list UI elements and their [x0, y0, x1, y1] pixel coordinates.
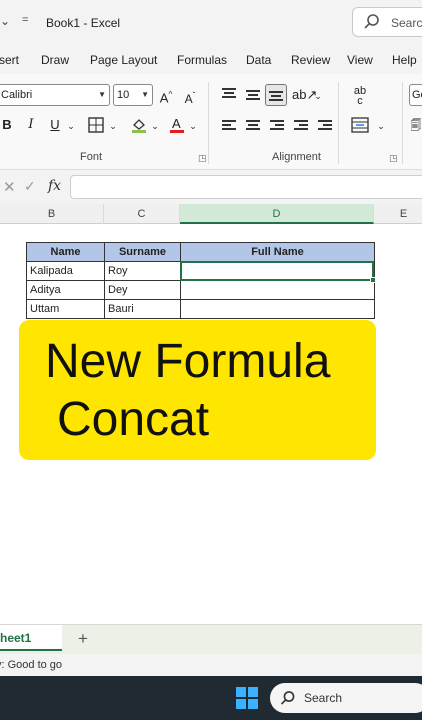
enter-icon[interactable]: ✓: [24, 178, 36, 195]
table-row: Uttam Bauri: [26, 299, 375, 319]
svg-text:A: A: [172, 116, 181, 131]
fill-color-icon[interactable]: [130, 116, 148, 134]
fill-handle[interactable]: [370, 277, 376, 283]
underline-button[interactable]: U: [48, 115, 62, 135]
middle-align-icon[interactable]: [246, 90, 260, 102]
add-sheet-icon[interactable]: +: [78, 629, 88, 649]
orientation-icon[interactable]: ab↗: [292, 85, 317, 105]
align-center-icon[interactable]: [246, 120, 260, 132]
taskbar-search-label: Search: [304, 691, 343, 705]
customize-quick-access-icon[interactable]: =: [22, 14, 28, 26]
column-header-c[interactable]: C: [104, 204, 180, 224]
wrap-text-icon[interactable]: ab c: [350, 86, 370, 108]
cell-full-name[interactable]: [180, 299, 375, 319]
font-name-dropdown[interactable]: Calibri ▼: [0, 84, 110, 106]
cancel-icon[interactable]: ✕: [3, 178, 16, 196]
table-row: Aditya Dey: [26, 280, 375, 300]
font-name-value: Calibri: [1, 89, 33, 101]
cell-surname[interactable]: Dey: [104, 280, 181, 300]
currency-icon[interactable]: 🗐: [410, 116, 422, 136]
bottom-align-button[interactable]: [265, 84, 287, 106]
sheet-tab-sheet1[interactable]: heet1: [0, 625, 62, 651]
document-title: Book1 - Excel: [46, 16, 121, 30]
insert-function-button[interactable]: fx: [48, 178, 61, 194]
title-search-label: Search: [391, 16, 422, 30]
italic-button[interactable]: I: [24, 115, 38, 135]
windows-start-icon[interactable]: [236, 687, 258, 709]
search-icon: [364, 14, 379, 29]
ribbon-divider: [338, 82, 339, 164]
cell-surname[interactable]: Bauri: [104, 299, 181, 319]
borders-icon[interactable]: [88, 117, 104, 133]
decrease-indent-icon[interactable]: [294, 120, 308, 132]
font-dialog-launcher-icon[interactable]: ◳: [198, 153, 207, 164]
search-icon: [280, 691, 295, 705]
chevron-down-icon[interactable]: ⌄: [188, 116, 198, 136]
font-size-dropdown[interactable]: 10 ▼: [113, 84, 153, 106]
align-right-icon[interactable]: [270, 120, 284, 132]
increase-indent-icon[interactable]: [318, 120, 332, 132]
chevron-down-icon[interactable]: ⌄: [66, 116, 76, 136]
align-left-icon[interactable]: [222, 120, 236, 132]
tab-insert[interactable]: sert: [0, 53, 19, 67]
tab-draw[interactable]: Draw: [41, 53, 69, 67]
bottom-align-icon: [269, 91, 283, 103]
cell-name[interactable]: Kalipada: [26, 261, 105, 281]
cell-full-name[interactable]: [180, 280, 375, 300]
ribbon-divider: [208, 82, 209, 164]
font-group-label: Font: [80, 151, 103, 163]
chevron-down-icon: ▼: [98, 90, 106, 99]
chevron-down-icon[interactable]: ⌄: [150, 116, 160, 136]
tab-view[interactable]: View: [347, 53, 373, 67]
number-format-value: Ge: [412, 89, 422, 101]
title-bar: ⌄ = Book1 - Excel Search: [0, 0, 422, 44]
overlay-title-line1: New Formula: [45, 335, 331, 388]
shrink-font-button[interactable]: Aˇ: [182, 86, 198, 106]
bold-button[interactable]: B: [0, 115, 14, 135]
ribbon-tabs: sert Draw Page Layout Formulas Data Revi…: [0, 44, 422, 74]
font-size-value: 10: [117, 89, 130, 101]
table-header-row: Name Surname Full Name: [26, 242, 375, 262]
header-cell-full-name[interactable]: Full Name: [180, 242, 375, 262]
title-search-box[interactable]: Search: [352, 7, 422, 37]
number-format-dropdown[interactable]: Ge: [409, 84, 422, 106]
column-header-d[interactable]: D: [180, 204, 374, 224]
chevron-down-icon[interactable]: ⌄: [313, 86, 323, 106]
chevron-down-icon[interactable]: ⌄: [108, 116, 118, 136]
cell-surname[interactable]: Roy: [104, 261, 181, 281]
alignment-group-label: Alignment: [272, 151, 321, 163]
status-text: y: Good to go: [0, 659, 63, 671]
active-cell-selection[interactable]: [180, 261, 374, 281]
ribbon-divider: [402, 82, 403, 164]
quick-access-more-icon[interactable]: ⌄: [0, 14, 10, 28]
overlay-title-line2: Concat: [57, 393, 210, 446]
title-overlay-card: New Formula Concat: [19, 320, 376, 460]
sheet-tab-bar: heet1 +: [0, 624, 422, 654]
formula-input[interactable]: [70, 175, 422, 199]
formula-bar: ✕ ✓ fx: [0, 170, 422, 204]
ribbon: Calibri ▼ 10 ▼ A^ Aˇ B I U ⌄ ⌄ ⌄ A ⌄ Fon…: [0, 74, 422, 170]
cell-name[interactable]: Aditya: [26, 280, 105, 300]
header-cell-name[interactable]: Name: [26, 242, 105, 262]
header-cell-surname[interactable]: Surname: [104, 242, 181, 262]
tab-page-layout[interactable]: Page Layout: [90, 53, 157, 67]
grow-font-button[interactable]: A^: [158, 85, 174, 105]
tab-review[interactable]: Review: [291, 53, 330, 67]
tab-help[interactable]: Help: [392, 53, 417, 67]
column-header-e[interactable]: E: [374, 204, 422, 224]
top-align-icon[interactable]: [222, 88, 236, 100]
alignment-dialog-launcher-icon[interactable]: ◳: [389, 153, 398, 164]
font-color-icon[interactable]: A: [168, 116, 186, 134]
tab-formulas[interactable]: Formulas: [177, 53, 227, 67]
taskbar-search-box[interactable]: Search: [270, 683, 422, 713]
chevron-down-icon[interactable]: ⌄: [376, 116, 386, 136]
merge-center-icon[interactable]: [351, 117, 369, 133]
chevron-down-icon: ▼: [141, 90, 149, 99]
cell-name[interactable]: Uttam: [26, 299, 105, 319]
status-bar: y: Good to go: [0, 654, 422, 676]
column-header-b[interactable]: B: [0, 204, 104, 224]
windows-taskbar: Search: [0, 676, 422, 720]
tab-data[interactable]: Data: [246, 53, 271, 67]
